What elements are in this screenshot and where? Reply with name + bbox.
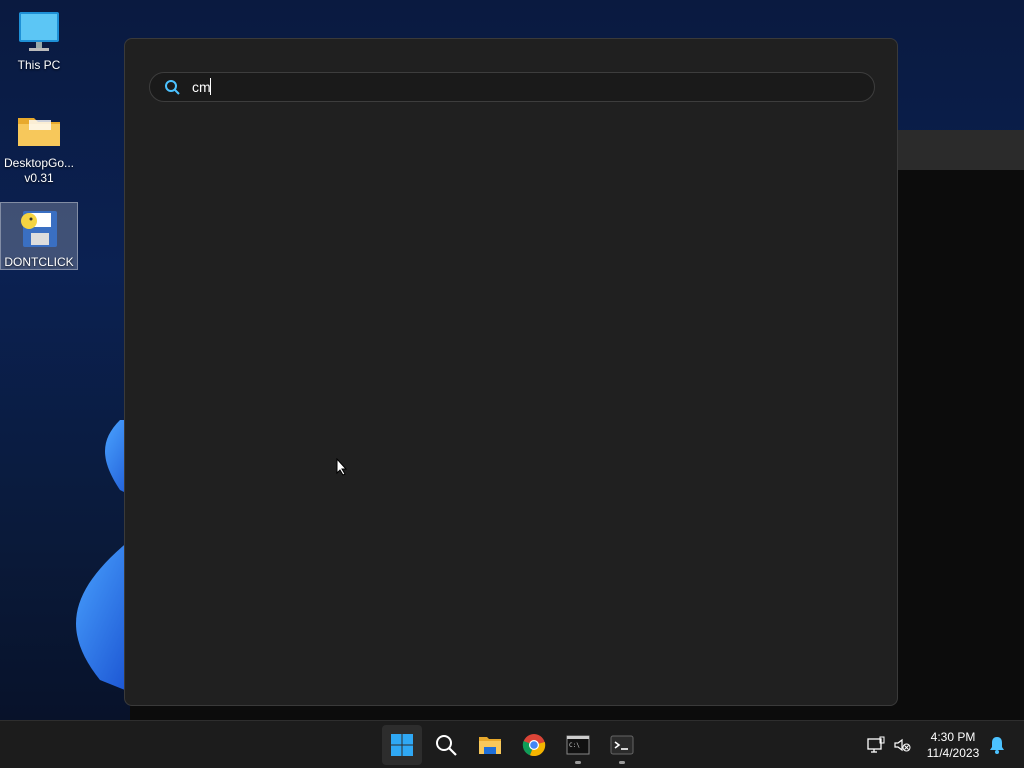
python-file-icon [21, 211, 57, 247]
file-explorer-button[interactable] [470, 725, 510, 765]
chrome-icon [522, 734, 546, 757]
desktop-icon-dontclick[interactable]: DONTCLICK [0, 202, 78, 270]
taskbar: C:\ 4:30 PM 11/4/2023 [0, 720, 1024, 768]
command-prompt-button[interactable]: C:\ [558, 725, 598, 765]
search-box[interactable] [149, 72, 875, 102]
folder-icon [479, 737, 501, 754]
clock-time: 4:30 PM [930, 730, 976, 744]
notification-bell-icon[interactable] [987, 735, 1007, 755]
search-icon [436, 735, 457, 756]
running-indicator [575, 761, 581, 764]
running-indicator [619, 761, 625, 764]
desktop-icon-desktopgoose[interactable]: DesktopGo... v0.31 [0, 106, 78, 186]
desktop-icon-label: This PC [17, 58, 61, 72]
clock-date: 11/4/2023 [926, 746, 980, 760]
taskbar-search-button[interactable] [426, 725, 466, 765]
start-button[interactable] [382, 725, 422, 765]
folder-icon [18, 118, 60, 146]
cmd-icon: C:\ [566, 735, 590, 755]
terminal-icon [610, 735, 634, 755]
chrome-button[interactable] [514, 725, 554, 765]
monitor-icon [19, 12, 59, 51]
system-clock[interactable]: 4:30 PM 11/4/2023 [918, 729, 988, 761]
search-flyout [124, 38, 898, 706]
search-icon [165, 80, 180, 95]
desktop-icon-label: DesktopGo... v0.31 [3, 156, 75, 185]
windows-logo-icon [391, 734, 413, 756]
desktop-icon-label: DONTCLICK [4, 255, 74, 269]
text-caret [210, 78, 211, 95]
volume-muted-icon[interactable] [892, 735, 912, 755]
network-icon[interactable] [866, 735, 886, 755]
mouse-cursor-icon [336, 458, 348, 476]
search-input[interactable] [192, 77, 852, 97]
svg-text:C:\: C:\ [569, 742, 580, 749]
desktop-icon-this-pc[interactable]: This PC [0, 8, 78, 73]
terminal-button[interactable] [602, 725, 642, 765]
